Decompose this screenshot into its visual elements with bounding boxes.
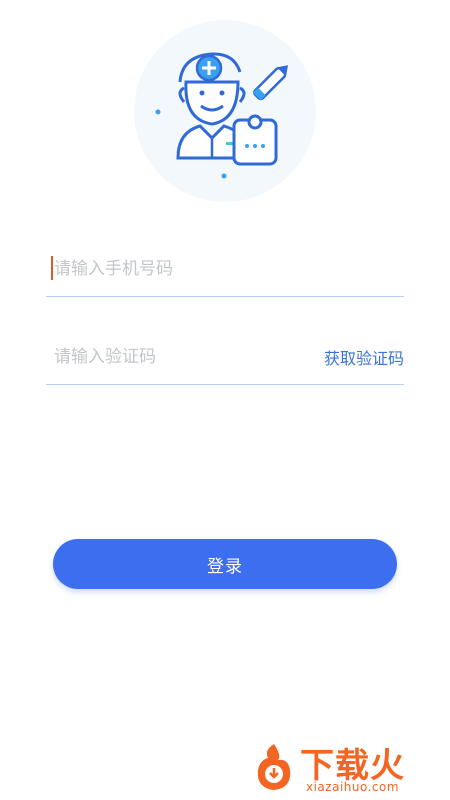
- login-button[interactable]: 登录: [53, 539, 397, 589]
- code-input[interactable]: [52, 344, 294, 370]
- watermark-url: xiazaihuo.com: [306, 780, 400, 794]
- doctor-icon: [155, 52, 289, 179]
- phone-field: [46, 240, 404, 297]
- hero-illustration: [134, 20, 316, 202]
- phone-input[interactable]: [52, 256, 294, 282]
- watermark: 下载火 xiazaihuo.com: [252, 738, 442, 798]
- code-field: 获取验证码: [46, 328, 404, 385]
- flame-icon: [257, 744, 291, 790]
- get-code-button[interactable]: 获取验证码: [324, 345, 404, 369]
